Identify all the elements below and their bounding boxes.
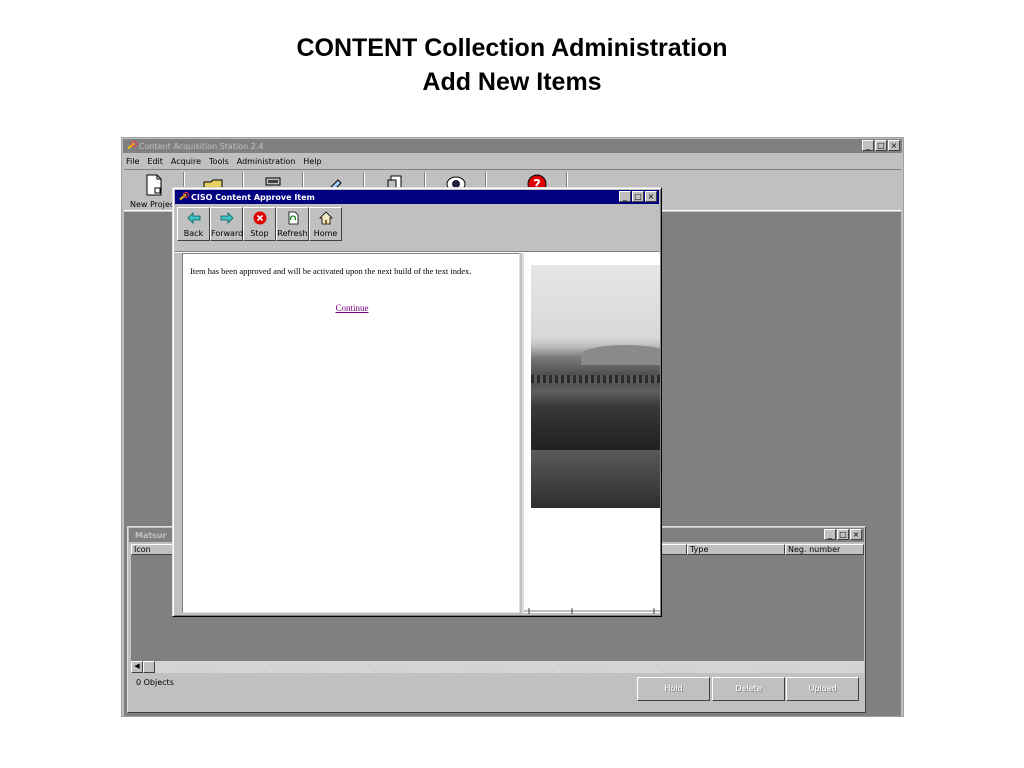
stop-button[interactable]: Stop: [243, 207, 276, 241]
horizontal-scrollbar[interactable]: ◀: [131, 661, 864, 673]
message-pane: Item has been approved and will be activ…: [182, 253, 520, 613]
back-arrow-icon: [187, 212, 201, 224]
menu-file[interactable]: File: [126, 157, 139, 166]
dialog-maximize-button[interactable]: □: [632, 191, 644, 202]
dialog-app-icon: [178, 192, 189, 202]
maximize-button[interactable]: □: [875, 140, 887, 151]
collection-minimize-button[interactable]: _: [824, 529, 836, 540]
forward-label: Forward: [211, 229, 244, 238]
forward-arrow-icon: [220, 212, 234, 224]
approve-item-dialog: CISO Content Approve Item _ □ × Back For…: [172, 187, 662, 617]
dialog-minimize-button[interactable]: _: [619, 191, 631, 202]
continue-link[interactable]: Continue: [183, 303, 521, 313]
refresh-button[interactable]: Refresh: [276, 207, 309, 241]
stop-label: Stop: [250, 229, 269, 238]
menu-acquire[interactable]: Acquire: [171, 157, 201, 166]
column-header-neg-number[interactable]: Neg. number: [785, 544, 864, 555]
scroll-left-icon[interactable]: ◀: [131, 661, 143, 673]
browser-nav-bar: Back Forward Stop Refresh Home: [177, 207, 342, 241]
dialog-titlebar[interactable]: CISO Content Approve Item _ □ ×: [175, 190, 659, 204]
document-icon: [146, 174, 162, 196]
back-button[interactable]: Back: [177, 207, 210, 241]
app-icon: [126, 141, 137, 151]
dialog-title: CISO Content Approve Item: [191, 192, 315, 202]
object-count-status: 0 Objects: [136, 678, 174, 687]
close-button[interactable]: ×: [888, 140, 900, 151]
back-label: Back: [183, 229, 204, 238]
upload-button[interactable]: Upload: [786, 677, 859, 701]
main-titlebar[interactable]: Content Acquisition Station 2.4 _ □ ×: [123, 139, 902, 153]
menu-help[interactable]: Help: [303, 157, 321, 166]
forward-button[interactable]: Forward: [210, 207, 243, 241]
scroll-thumb[interactable]: [143, 661, 155, 673]
photo-hill: [581, 345, 660, 365]
collection-maximize-button[interactable]: □: [837, 529, 849, 540]
hold-button[interactable]: Hold: [637, 677, 710, 701]
image-preview-pane: [522, 253, 660, 614]
landscape-photo: [531, 265, 660, 508]
image-scrollbar[interactable]: [524, 608, 660, 614]
photo-treeline: [531, 375, 660, 383]
photo-water: [531, 450, 660, 508]
dialog-close-button[interactable]: ×: [645, 191, 657, 202]
main-window-title: Content Acquisition Station 2.4: [139, 141, 264, 151]
menu-edit[interactable]: Edit: [147, 157, 163, 166]
collection-close-button[interactable]: ×: [850, 529, 862, 540]
minimize-button[interactable]: _: [862, 140, 874, 151]
home-label: Home: [313, 229, 338, 238]
delete-button[interactable]: Delete: [712, 677, 785, 701]
home-icon: [319, 211, 333, 225]
slide-title-line2: Add New Items: [422, 68, 602, 96]
home-button[interactable]: Home: [309, 207, 342, 241]
stop-icon: [253, 211, 267, 225]
collection-window-title: Matsur: [135, 530, 167, 540]
slide-title-line1: CONTENT Collection Administration: [296, 34, 728, 62]
new-project-label: New Projec: [130, 200, 175, 209]
menu-tools[interactable]: Tools: [209, 157, 229, 166]
refresh-icon: [288, 211, 299, 225]
refresh-label: Refresh: [277, 229, 308, 238]
column-header-type[interactable]: Type: [687, 544, 785, 555]
menu-bar: File Edit Acquire Tools Administration H…: [126, 154, 322, 168]
approval-message: Item has been approved and will be activ…: [190, 266, 472, 276]
menu-administration[interactable]: Administration: [237, 157, 296, 166]
